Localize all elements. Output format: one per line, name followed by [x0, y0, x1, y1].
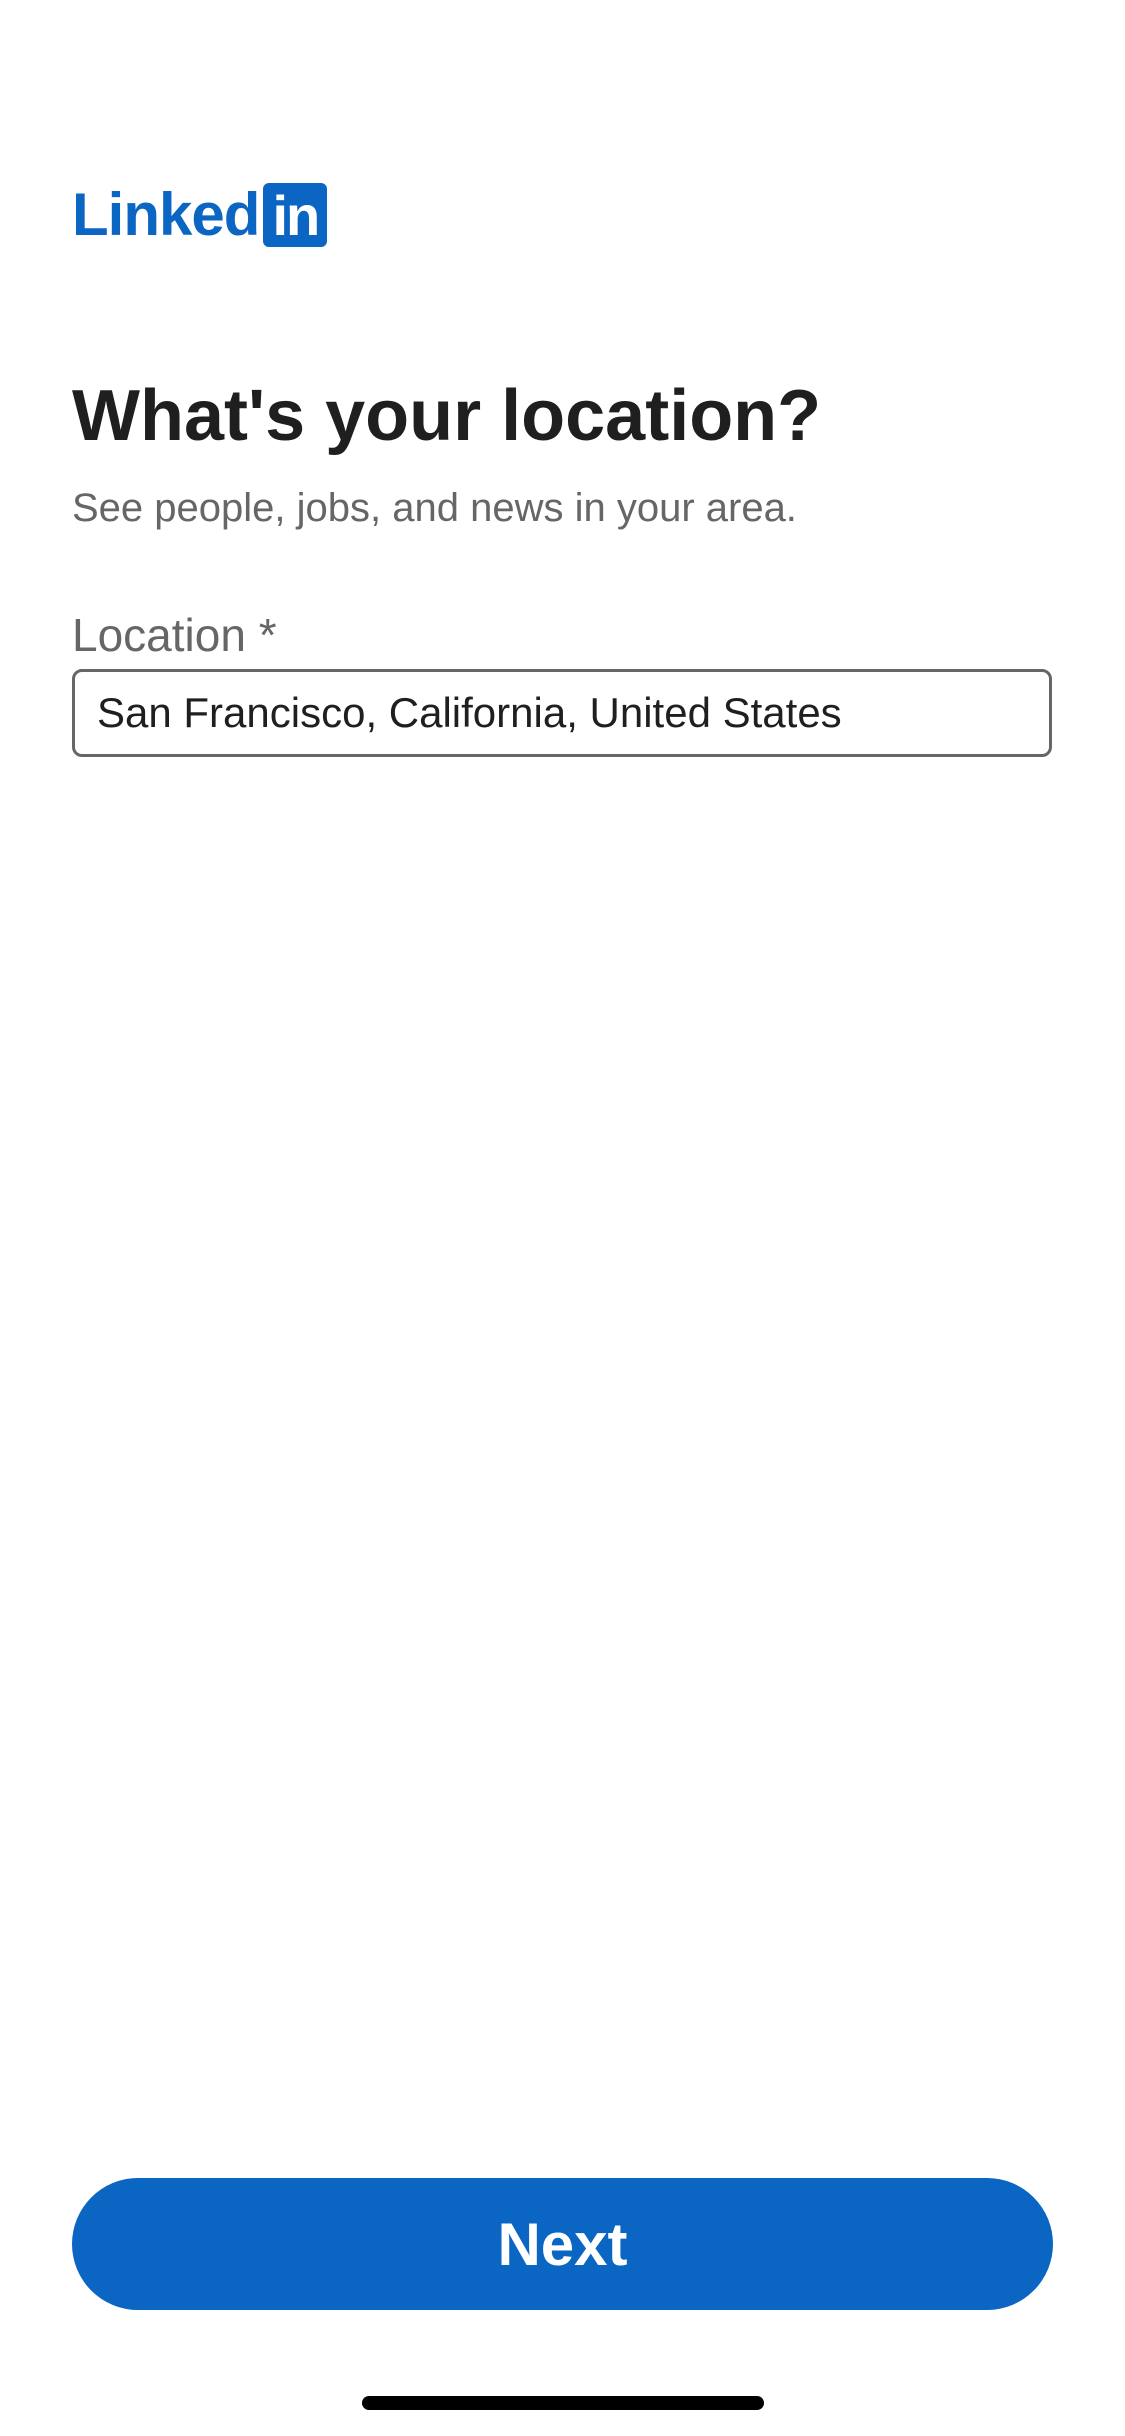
home-indicator — [362, 2396, 764, 2410]
location-input[interactable] — [72, 669, 1052, 757]
linkedin-logo: Linked in — [72, 181, 328, 248]
logo-in-box: in — [263, 183, 328, 247]
logo-wordmark: Linked — [72, 181, 260, 248]
next-button[interactable]: Next — [72, 2178, 1053, 2310]
page-title: What's your location? — [72, 376, 822, 456]
page-subtitle: See people, jobs, and news in your area. — [72, 486, 797, 530]
location-label: Location * — [72, 609, 277, 661]
